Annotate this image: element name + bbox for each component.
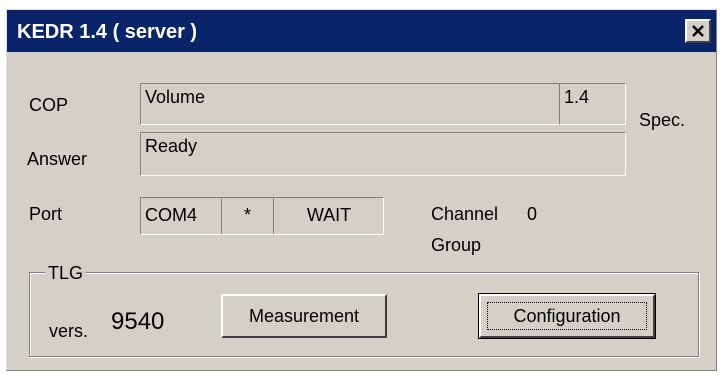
title-bar[interactable]: KEDR 1.4 ( server ) [7, 10, 716, 52]
configuration-button-label: Configuration [487, 302, 647, 330]
vers-value: 9540 [111, 308, 165, 335]
port-label: Port [29, 204, 63, 224]
channel-label: Channel [431, 204, 499, 224]
close-button[interactable] [685, 19, 711, 43]
port-name: COM4 [145, 205, 198, 225]
window-title: KEDR 1.4 ( server ) [17, 21, 198, 43]
measurement-button[interactable]: Measurement [221, 294, 387, 338]
answer-field: Ready [140, 132, 626, 176]
port-flag: * [243, 205, 251, 225]
cop-label: COP [29, 95, 69, 115]
spec-label: Spec. [639, 110, 686, 130]
cop-value-field: Volume [140, 83, 560, 125]
port-status-box: COM4 * WAIT [140, 197, 384, 235]
vers-label: vers. [49, 321, 89, 341]
main-window: KEDR 1.4 ( server ) COP Volume 1.4 Spec.… [6, 9, 717, 371]
group-label: Group [431, 235, 482, 255]
port-state: WAIT [306, 205, 352, 225]
cop-version-field: 1.4 [559, 83, 626, 125]
channel-value: 0 [527, 204, 538, 224]
tlg-group-title: TLG [45, 263, 87, 283]
close-icon [692, 25, 704, 37]
answer-label: Answer [27, 149, 88, 169]
configuration-button[interactable]: Configuration [478, 293, 656, 339]
